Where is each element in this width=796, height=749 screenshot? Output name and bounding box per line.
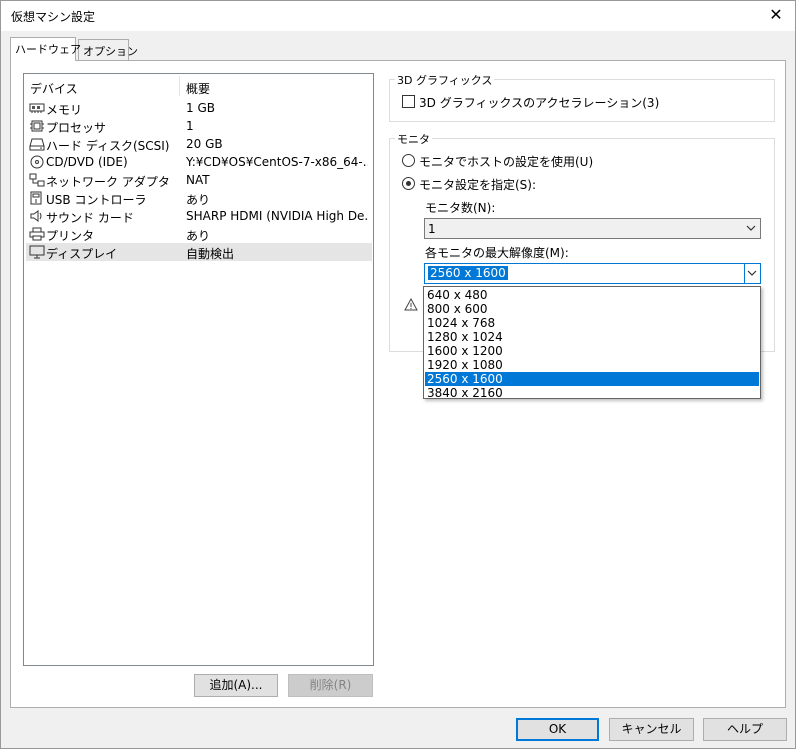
column-header-summary[interactable]: 概要 bbox=[186, 80, 210, 97]
usb-icon bbox=[30, 191, 42, 205]
resolution-option[interactable]: 800 x 600 bbox=[425, 302, 759, 316]
device-summary: 20 GB bbox=[186, 137, 223, 151]
resolution-option[interactable]: 3840 x 2160 bbox=[425, 386, 759, 400]
device-summary: Y:¥CD¥OS¥CentOS-7-x86_64-... bbox=[186, 155, 368, 169]
device-name: CD/DVD (IDE) bbox=[46, 155, 128, 169]
column-header-device[interactable]: デバイス bbox=[30, 80, 78, 97]
printer-icon bbox=[29, 227, 45, 241]
chevron-down-icon bbox=[747, 270, 757, 276]
processor-icon bbox=[30, 120, 44, 132]
network-icon bbox=[29, 173, 45, 187]
device-row-sound[interactable]: サウンド カード SHARP HDMI (NVIDIA High De... bbox=[26, 207, 372, 225]
resolution-option[interactable]: 1024 x 768 bbox=[425, 316, 759, 330]
device-name: ディスプレイ bbox=[46, 247, 118, 261]
monitor-count-value: 1 bbox=[428, 222, 436, 236]
column-divider[interactable] bbox=[179, 76, 180, 96]
device-row-printer[interactable]: プリンタ あり bbox=[26, 225, 372, 243]
resolution-dropdown-list[interactable]: 640 x 480 800 x 600 1024 x 768 1280 x 10… bbox=[423, 286, 761, 400]
device-name: プロセッサ bbox=[46, 121, 107, 135]
sound-icon bbox=[30, 210, 42, 222]
remove-button[interactable]: 削除(R) bbox=[288, 674, 373, 697]
resolution-option-selected[interactable]: 2560 x 1600 bbox=[425, 372, 759, 386]
device-summary: 自動検出 bbox=[186, 247, 235, 261]
close-button[interactable]: ✕ bbox=[765, 5, 787, 27]
monitor-group-label: モニタ bbox=[395, 131, 432, 147]
device-row-usb[interactable]: USB コントローラ あり bbox=[26, 189, 372, 207]
device-name: プリンタ bbox=[46, 229, 95, 243]
device-summary: NAT bbox=[186, 173, 210, 187]
resolution-option[interactable]: 1600 x 1200 bbox=[425, 344, 759, 358]
device-row-cd-dvd[interactable]: CD/DVD (IDE) Y:¥CD¥OS¥CentOS-7-x86_64-..… bbox=[26, 153, 372, 171]
specify-monitor-radio[interactable] bbox=[402, 177, 415, 190]
device-name: USB コントローラ bbox=[46, 193, 147, 207]
device-name: サウンド カード bbox=[46, 211, 134, 225]
resolution-option[interactable]: 1280 x 1024 bbox=[425, 330, 759, 344]
settings-window: 仮想マシン設定 ✕ ハードウェア オプション デバイス 概要 メモリ 1 GB … bbox=[0, 0, 796, 749]
device-summary: SHARP HDMI (NVIDIA High De... bbox=[186, 209, 368, 223]
accel-3d-checkbox[interactable] bbox=[402, 95, 415, 108]
max-resolution-value: 2560 x 1600 bbox=[428, 266, 508, 280]
warning-icon bbox=[404, 298, 418, 311]
add-button[interactable]: 追加(A)... bbox=[194, 674, 278, 697]
device-summary: あり bbox=[186, 193, 211, 207]
device-row-memory[interactable]: メモリ 1 GB bbox=[26, 99, 372, 117]
device-summary: あり bbox=[186, 229, 211, 243]
device-row-network[interactable]: ネットワーク アダプタ NAT bbox=[26, 171, 372, 189]
device-name: メモリ bbox=[46, 103, 83, 117]
cd-dvd-icon bbox=[30, 155, 44, 169]
display-icon bbox=[29, 245, 45, 259]
device-row-display[interactable]: ディスプレイ 自動検出 bbox=[26, 243, 372, 261]
help-button[interactable]: ヘルプ bbox=[703, 718, 787, 741]
hard-disk-icon bbox=[29, 138, 45, 151]
tab-options[interactable]: オプション bbox=[78, 39, 138, 61]
title-bar: 仮想マシン設定 ✕ bbox=[1, 1, 795, 31]
device-list-header: デバイス 概要 bbox=[24, 74, 373, 98]
device-summary: 1 bbox=[186, 119, 194, 133]
max-resolution-select[interactable]: 2560 x 1600 bbox=[424, 263, 761, 284]
resolution-option[interactable]: 640 x 480 bbox=[425, 288, 759, 302]
monitor-count-label: モニタ数(N): bbox=[425, 201, 496, 215]
max-resolution-dropdown-button[interactable] bbox=[744, 264, 760, 283]
accel-3d-label: 3D グラフィックスのアクセラレーション(3) bbox=[419, 96, 660, 110]
monitor-count-select[interactable]: 1 bbox=[424, 218, 761, 239]
graphics-3d-group-label: 3D グラフィックス bbox=[395, 72, 495, 88]
use-host-radio[interactable] bbox=[402, 154, 415, 167]
device-name: ネットワーク アダプタ bbox=[46, 175, 170, 189]
device-row-processor[interactable]: プロセッサ 1 bbox=[26, 117, 372, 135]
memory-icon bbox=[29, 103, 45, 113]
use-host-label: モニタでホストの設定を使用(U) bbox=[419, 155, 594, 169]
max-resolution-label: 各モニタの最大解像度(M): bbox=[425, 246, 569, 260]
specify-monitor-label: モニタ設定を指定(S): bbox=[419, 178, 537, 192]
device-summary: 1 GB bbox=[186, 101, 215, 115]
device-list[interactable]: デバイス 概要 メモリ 1 GB プロセッサ 1 ハード ディスク(SCSI) … bbox=[23, 73, 374, 666]
resolution-option[interactable]: 1920 x 1080 bbox=[425, 358, 759, 372]
device-row-hard-disk[interactable]: ハード ディスク(SCSI) 20 GB bbox=[26, 135, 372, 153]
chevron-down-icon bbox=[746, 225, 756, 231]
tab-hardware[interactable]: ハードウェア bbox=[10, 37, 81, 61]
cancel-button[interactable]: キャンセル bbox=[609, 718, 694, 741]
device-name: ハード ディスク(SCSI) bbox=[46, 139, 170, 153]
ok-button[interactable]: OK bbox=[516, 718, 599, 741]
window-title: 仮想マシン設定 bbox=[11, 10, 96, 24]
